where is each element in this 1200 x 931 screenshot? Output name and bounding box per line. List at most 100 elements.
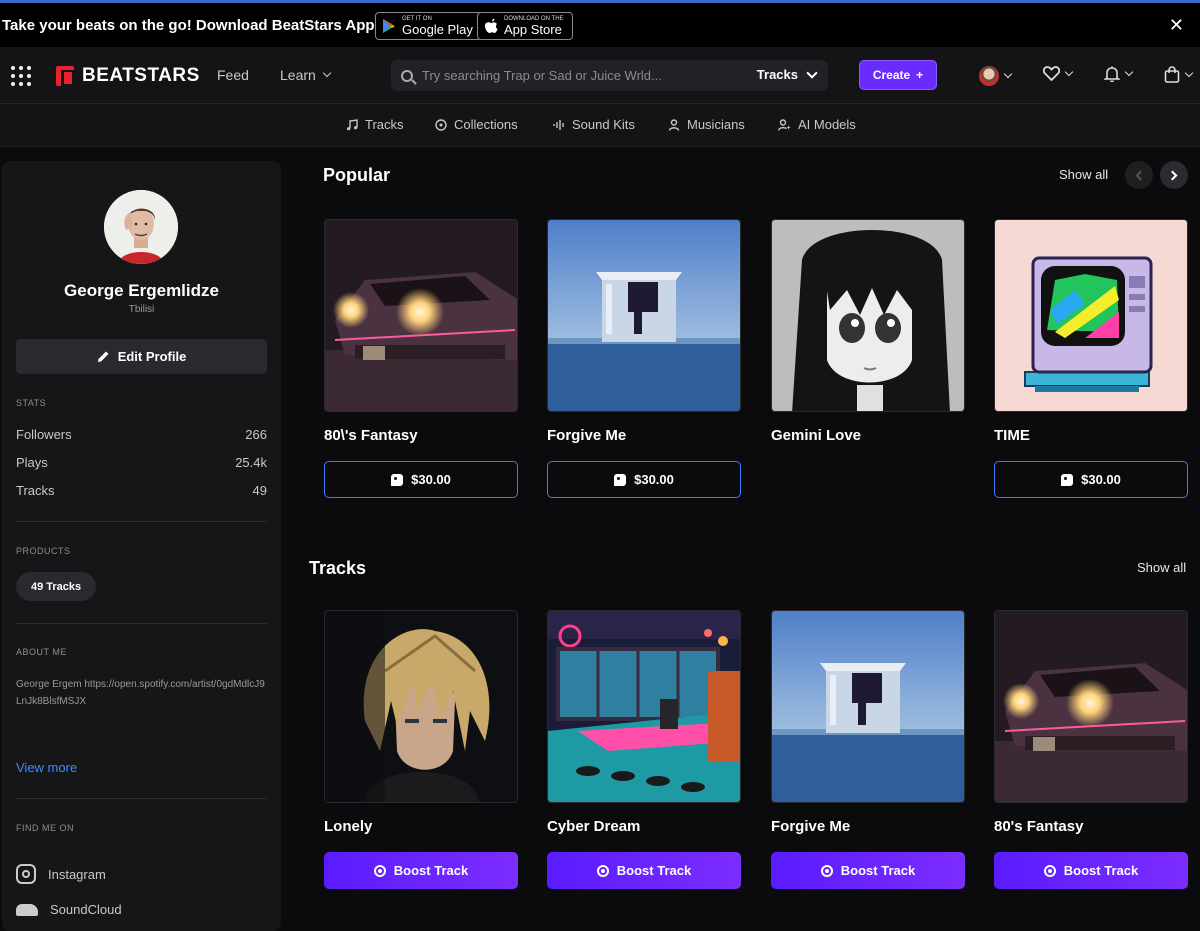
subnav-musicians[interactable]: Musicians xyxy=(668,117,745,132)
chevron-down-icon xyxy=(1064,67,1074,76)
cart-menu[interactable] xyxy=(1164,66,1194,83)
popular-heading: Popular xyxy=(323,165,391,185)
profile-sidebar: George Ergemlidze Tbilisi Edit Profile S… xyxy=(2,161,281,931)
edit-profile-button[interactable]: Edit Profile xyxy=(16,339,267,374)
instagram-icon xyxy=(16,864,36,884)
sea-artwork xyxy=(548,220,740,411)
tag-icon xyxy=(1061,473,1074,486)
create-button[interactable]: Create + xyxy=(859,60,937,90)
nav-feed-link[interactable]: Feed xyxy=(217,67,249,83)
app-promo-bar: Take your beats on the go! Download Beat… xyxy=(0,3,1200,47)
track-card-artwork[interactable] xyxy=(771,610,965,803)
diner-artwork xyxy=(548,611,740,802)
boost-label: Boost Track xyxy=(1063,863,1139,878)
chevron-down-icon xyxy=(1124,67,1134,77)
popular-card-artwork[interactable] xyxy=(994,219,1188,412)
search-input[interactable] xyxy=(422,68,742,83)
carousel-prev-button[interactable] xyxy=(1125,161,1153,189)
social-soundcloud-label: SoundCloud xyxy=(50,902,122,917)
popular-card-title[interactable]: 80\'s Fantasy xyxy=(324,427,418,444)
search-type-dropdown[interactable]: Tracks xyxy=(757,66,818,82)
price-label: $30.00 xyxy=(411,472,451,487)
nav-learn-dropdown[interactable]: Learn xyxy=(280,67,332,83)
popular-card-artwork[interactable] xyxy=(547,219,741,412)
create-label: Create xyxy=(872,68,911,82)
price-label: $30.00 xyxy=(634,472,674,487)
track-card-title[interactable]: Lonely xyxy=(324,818,372,835)
price-button[interactable]: $30.00 xyxy=(994,461,1188,498)
google-play-icon xyxy=(383,19,395,33)
favorites-menu[interactable] xyxy=(1043,66,1074,81)
price-button[interactable]: $30.00 xyxy=(547,461,741,498)
stat-value: 25.4k xyxy=(235,455,267,470)
boost-track-button[interactable]: Boost Track xyxy=(547,852,741,889)
car-artwork xyxy=(325,220,517,411)
popular-show-all[interactable]: Show all xyxy=(1059,167,1108,182)
products-tracks-pill[interactable]: 49 Tracks xyxy=(16,572,97,601)
boost-track-button[interactable]: Boost Track xyxy=(994,852,1188,889)
popular-card-title[interactable]: Gemini Love xyxy=(771,427,861,444)
main-content: Popular Show all 80\'s Fantasy $30.00 Fo… xyxy=(300,147,1200,920)
close-icon[interactable]: ✕ xyxy=(1169,15,1184,36)
stat-value: 49 xyxy=(252,483,267,498)
account-menu[interactable] xyxy=(979,66,1013,86)
person-icon xyxy=(668,118,680,131)
car-artwork xyxy=(995,611,1187,802)
subnav-sound-kits-label: Sound Kits xyxy=(572,117,635,132)
chevron-down-icon xyxy=(322,68,332,78)
products-heading: PRODUCTS xyxy=(16,546,71,556)
chevron-right-icon xyxy=(1167,170,1178,180)
beatstars-logo[interactable]: BEATSTARS xyxy=(56,65,200,87)
profile-avatar[interactable] xyxy=(104,190,178,264)
popular-card-title[interactable]: Forgive Me xyxy=(547,427,626,444)
carousel-next-button[interactable] xyxy=(1160,161,1188,189)
track-card-artwork[interactable] xyxy=(324,610,518,803)
track-card-title[interactable]: 80's Fantasy xyxy=(994,818,1083,835)
tracks-show-all[interactable]: Show all xyxy=(1137,560,1186,575)
popular-card-artwork[interactable] xyxy=(324,219,518,412)
boost-label: Boost Track xyxy=(840,863,916,878)
stat-label: Tracks xyxy=(16,483,55,498)
boost-track-button[interactable]: Boost Track xyxy=(324,852,518,889)
stat-tracks: Tracks 49 xyxy=(16,483,267,498)
boost-icon xyxy=(596,864,609,877)
subnav-collections[interactable]: Collections xyxy=(435,117,518,132)
chevron-left-icon xyxy=(1135,170,1146,180)
social-instagram[interactable]: Instagram xyxy=(16,864,106,884)
subnav-tracks[interactable]: Tracks xyxy=(346,117,404,132)
chevron-down-icon xyxy=(1184,68,1194,77)
google-play-button[interactable]: GET IT ON Google Play xyxy=(375,12,482,40)
soundcloud-icon xyxy=(16,903,38,916)
divider xyxy=(16,798,267,799)
logo-mark-icon xyxy=(56,66,74,86)
popular-card-title[interactable]: TIME xyxy=(994,427,1030,444)
google-play-big: Google Play xyxy=(402,21,473,37)
notifications-menu[interactable] xyxy=(1104,66,1134,82)
edit-profile-label: Edit Profile xyxy=(117,349,187,364)
boost-track-button[interactable]: Boost Track xyxy=(771,852,965,889)
subnav-sound-kits[interactable]: Sound Kits xyxy=(553,117,635,132)
sea-artwork xyxy=(772,611,964,802)
view-more-link[interactable]: View more xyxy=(16,760,77,775)
subnav-ai-models[interactable]: AI Models xyxy=(778,117,856,132)
popular-card-artwork[interactable] xyxy=(771,219,965,412)
anime-girl-artwork xyxy=(772,220,964,411)
grid-menu-icon[interactable] xyxy=(11,66,31,86)
subnav-musicians-label: Musicians xyxy=(687,117,745,132)
logo-text: BEATSTARS xyxy=(82,65,200,86)
chevron-down-icon xyxy=(1003,69,1013,79)
stat-value: 266 xyxy=(245,427,267,442)
price-button[interactable]: $30.00 xyxy=(324,461,518,498)
track-card-title[interactable]: Cyber Dream xyxy=(547,818,640,835)
heart-icon xyxy=(1043,66,1060,81)
subnav-ai-models-label: AI Models xyxy=(798,117,856,132)
avatar xyxy=(979,66,999,86)
nav-learn-label: Learn xyxy=(280,67,316,83)
about-heading: ABOUT ME xyxy=(16,647,67,657)
social-soundcloud[interactable]: SoundCloud xyxy=(16,902,122,917)
app-store-button[interactable]: Download on the App Store xyxy=(477,12,573,40)
price-label: $30.00 xyxy=(1081,472,1121,487)
track-card-artwork[interactable] xyxy=(547,610,741,803)
track-card-title[interactable]: Forgive Me xyxy=(771,818,850,835)
track-card-artwork[interactable] xyxy=(994,610,1188,803)
